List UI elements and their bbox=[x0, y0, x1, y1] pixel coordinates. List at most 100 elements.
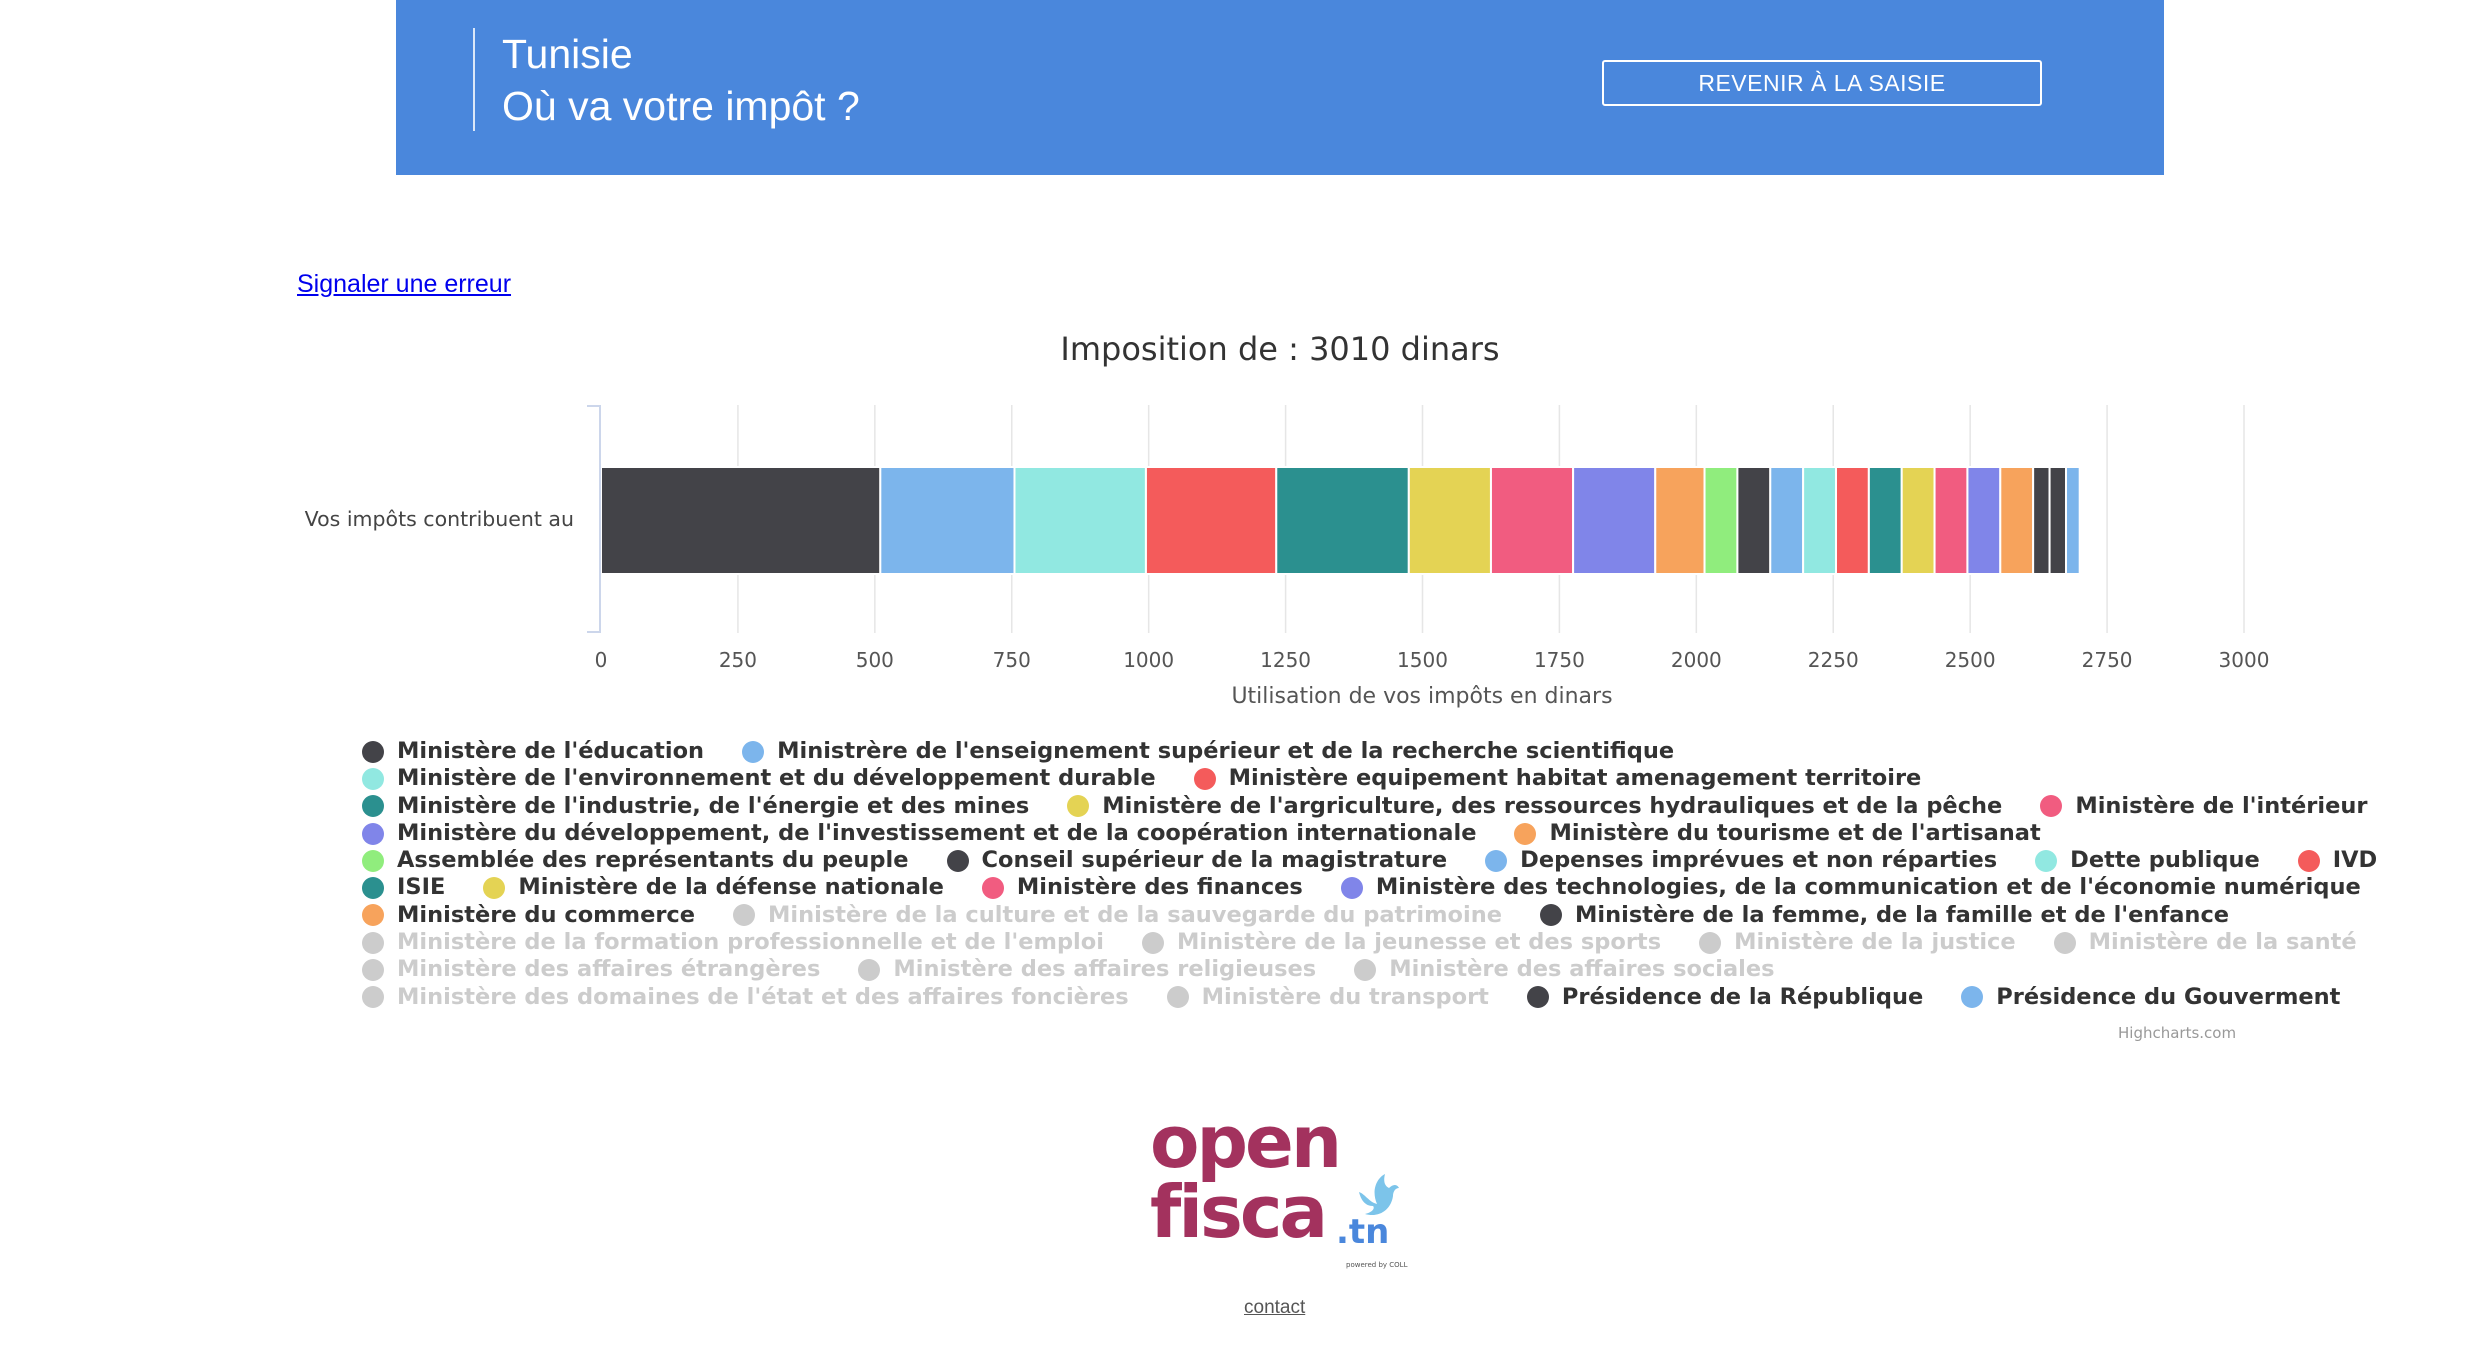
bar-segment[interactable]: IVD bbox=[1834, 466, 1870, 575]
legend-item[interactable]: Ministère des affaires sociales bbox=[1354, 956, 1775, 983]
legend-item[interactable]: Ministrère de l'enseignement supérieur e… bbox=[742, 738, 1674, 765]
legend-item[interactable]: Présidence de la République bbox=[1526, 984, 1923, 1011]
legend-color-dot bbox=[1340, 877, 1363, 900]
legend-item[interactable]: Ministère de l'éducation bbox=[362, 738, 704, 765]
legend-item[interactable]: Assemblée des représentants du peuple bbox=[362, 847, 909, 874]
bar-segment[interactable]: Ministère equipement habitat amenagement… bbox=[1144, 466, 1278, 575]
x-tick-label: 1750 bbox=[1534, 648, 1585, 672]
bar-segment[interactable]: Conseil supérieur de la magistrature bbox=[1736, 466, 1772, 575]
legend-item[interactable]: Ministère de la justice bbox=[1699, 929, 2016, 956]
legend-color-dot bbox=[858, 959, 881, 982]
legend-label: Présidence du Gouverment bbox=[1996, 983, 2341, 1010]
bar-segment[interactable]: Ministère de l'argriculture, des ressour… bbox=[1407, 466, 1492, 575]
legend-item[interactable]: Ministère de la défense nationale bbox=[483, 874, 944, 901]
logo-text-fisca: fisca bbox=[1150, 1170, 1328, 1254]
legend-label: Ministère de la justice bbox=[1734, 929, 2016, 956]
legend-label: Ministère de la jeunesse et des sports bbox=[1176, 929, 1662, 956]
legend-color-dot bbox=[1526, 986, 1549, 1009]
legend-item[interactable]: Ministère des domaines de l'état et des … bbox=[362, 984, 1129, 1011]
legend-item[interactable]: Ministère equipement habitat amenagement… bbox=[1193, 765, 1922, 792]
category-label: Vos impôts contribuent au bbox=[305, 507, 574, 531]
x-tick-label: 750 bbox=[993, 648, 1031, 672]
x-tick-label: 2500 bbox=[1945, 648, 1996, 672]
legend-color-dot bbox=[362, 795, 384, 818]
legend-item[interactable]: Ministère du tourisme et de l'artisanat bbox=[1514, 819, 2041, 847]
legend-label: Ministère equipement habitat amenagement… bbox=[1228, 765, 1922, 792]
legend-label: Assemblée des représentants du peuple bbox=[397, 847, 909, 874]
bird-icon bbox=[1359, 1174, 1399, 1216]
bar-segment[interactable]: Présidence de la République bbox=[2048, 466, 2068, 575]
x-tick-label: 2750 bbox=[2082, 648, 2133, 672]
bar-segment[interactable]: Ministère des finances bbox=[1933, 466, 1969, 575]
legend-color-dot bbox=[362, 767, 384, 790]
legend-item[interactable]: Ministère de la formation professionnell… bbox=[362, 929, 1104, 956]
legend-color-dot bbox=[2053, 931, 2076, 954]
legend-label: Ministère de la femme, de la famille et … bbox=[1575, 901, 2230, 928]
x-tick-label: 2250 bbox=[1808, 648, 1859, 672]
legend-label: Ministère de l'environnement et du dével… bbox=[397, 765, 1156, 792]
bar-segment[interactable]: Dette publique bbox=[1802, 466, 1837, 575]
legend-item[interactable]: Ministère de l'intérieur bbox=[2040, 793, 2367, 820]
stacked-bar-chart: Ministère de l'éducationMinistrère de l'… bbox=[305, 405, 2270, 709]
bar-segments[interactable]: Ministère de l'éducationMinistrère de l'… bbox=[600, 466, 2081, 575]
legend-item[interactable]: Ministère des affaires religieuses bbox=[858, 956, 1316, 983]
bar-segment[interactable]: Ministère des technologies, de la commun… bbox=[1966, 466, 2002, 575]
legend-row: Ministère de l'éducation Ministrère de l'… bbox=[362, 738, 2262, 765]
legend-item[interactable]: IVD bbox=[2297, 847, 2378, 874]
legend-color-dot bbox=[362, 740, 384, 763]
legend-item[interactable]: Ministère de la femme, de la famille et … bbox=[1540, 902, 2229, 929]
bar-segment[interactable]: Ministère du tourisme et de l'artisanat bbox=[1654, 466, 1706, 575]
bar-segment[interactable]: Ministrère de l'enseignement supérieur e… bbox=[879, 466, 1016, 575]
legend-color-dot bbox=[1067, 795, 1090, 818]
legend-item[interactable]: Ministère des affaires étrangères bbox=[362, 956, 820, 983]
legend-item[interactable]: Ministère des technologies, de la commun… bbox=[1340, 874, 2361, 901]
legend-label: Ministère du développement, de l'investi… bbox=[397, 819, 1477, 846]
legend-label: Dette publique bbox=[2070, 847, 2260, 874]
legend-color-dot bbox=[1540, 904, 1563, 927]
bar-segment[interactable]: Ministère de la défense nationale bbox=[1900, 466, 1936, 575]
legend-color-dot bbox=[362, 959, 384, 982]
legend-label: Ministère de la culture et de la sauvega… bbox=[768, 901, 1503, 928]
legend-item[interactable]: Ministère des finances bbox=[981, 874, 1303, 901]
legend-item[interactable]: Ministère du commerce bbox=[362, 902, 695, 929]
bar-segment[interactable]: Ministère du commerce bbox=[1999, 466, 2035, 575]
legend-item[interactable]: Ministère de la santé bbox=[2053, 929, 2357, 956]
legend-label: Ministère de l'intérieur bbox=[2075, 792, 2368, 819]
legend-label: Ministère du commerce bbox=[397, 901, 696, 928]
legend-row: Assemblée des représentants du peuple Con… bbox=[362, 847, 2377, 874]
legend-item[interactable]: Ministère de l'argriculture, des ressour… bbox=[1067, 793, 2002, 820]
x-tick-label: 3000 bbox=[2219, 648, 2270, 672]
x-tick-label: 2000 bbox=[1671, 648, 1722, 672]
contact-link[interactable]: contact bbox=[1244, 1297, 1305, 1319]
legend-color-dot bbox=[1485, 849, 1508, 872]
legend-item[interactable]: Conseil supérieur de la magistrature bbox=[946, 847, 1447, 874]
bar-segment[interactable]: Ministère de la femme, de la famille et … bbox=[2032, 466, 2051, 575]
highcharts-credits[interactable]: Highcharts.com bbox=[2118, 1024, 2236, 1042]
bar-segment[interactable]: ISIE bbox=[1867, 466, 1903, 575]
legend-label: Ministère du tourisme et de l'artisanat bbox=[1549, 819, 2041, 846]
legend-item[interactable]: ISIE bbox=[362, 874, 445, 901]
bar-segment[interactable]: Ministère de l'intérieur bbox=[1489, 466, 1575, 575]
x-tick-label: 1250 bbox=[1260, 648, 1311, 672]
legend-color-dot bbox=[2297, 849, 2320, 872]
legend-item[interactable]: Ministère du développement, de l'investi… bbox=[362, 820, 1476, 847]
legend-label: Ministère des affaires étrangères bbox=[397, 956, 821, 983]
legend-item[interactable]: Depenses imprévues et non réparties bbox=[1485, 847, 1997, 874]
legend-label: IVD bbox=[2332, 847, 2378, 874]
legend-item[interactable]: Ministère du transport bbox=[1166, 984, 1489, 1011]
legend-item[interactable]: Présidence du Gouverment bbox=[1961, 984, 2340, 1011]
bar-segment[interactable]: Ministère de l'éducation bbox=[600, 466, 882, 575]
legend-item[interactable]: Ministère de la culture et de la sauvega… bbox=[733, 902, 1502, 929]
legend-label: ISIE bbox=[397, 874, 446, 901]
legend-item[interactable]: Ministère de l'industrie, de l'énergie e… bbox=[362, 793, 1029, 820]
bar-segment[interactable]: Ministère du développement, de l'investi… bbox=[1572, 466, 1657, 575]
legend-item[interactable]: Ministère de la jeunesse et des sports bbox=[1141, 929, 1662, 956]
bar-segment[interactable]: Assemblée des représentants du peuple bbox=[1703, 466, 1739, 575]
bar-segment[interactable]: Ministère de l'industrie, de l'énergie e… bbox=[1275, 466, 1410, 575]
bar-segment[interactable]: Ministère de l'environnement et du dével… bbox=[1013, 466, 1147, 575]
legend-item[interactable]: Dette publique bbox=[2035, 847, 2260, 874]
bar-segment[interactable]: Présidence du Gouverment bbox=[2065, 466, 2081, 575]
legend-row: Ministère du commerce Ministère de la cul… bbox=[362, 902, 2262, 929]
bar-segment[interactable]: Depenses imprévues et non réparties bbox=[1769, 466, 1805, 575]
legend-item[interactable]: Ministère de l'environnement et du dével… bbox=[362, 765, 1156, 792]
